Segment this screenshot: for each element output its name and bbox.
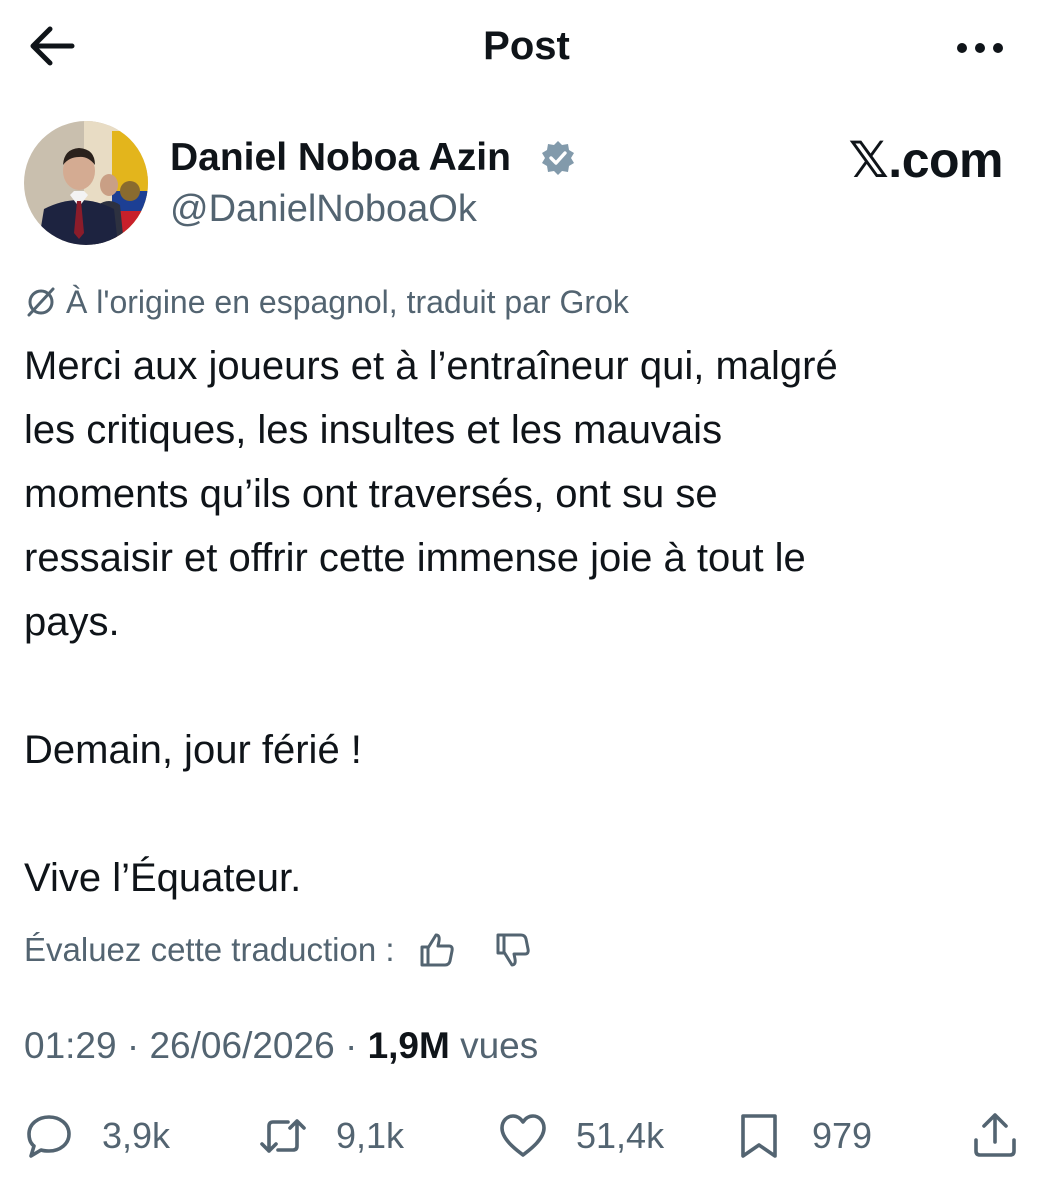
bookmark-icon [741,1114,777,1158]
like-button[interactable]: 51,4k [498,1110,664,1162]
avatar[interactable] [24,121,148,245]
author-name[interactable]: Daniel Noboa Azin [170,135,511,181]
grok-slash-icon [27,287,55,317]
thumbs-up-icon[interactable] [417,930,457,970]
repost-button[interactable]: 9,1k [258,1110,404,1162]
repost-count: 9,1k [336,1115,405,1156]
post-time: 01:29 [24,1025,117,1066]
thumbs-down-icon[interactable] [493,930,533,970]
heart-icon [500,1114,546,1157]
verified-badge-icon [542,141,574,175]
meta-separator: · [344,1025,358,1066]
post-text: Merci aux joueurs et à l’entraîneur qui,… [24,344,838,900]
post-meta: 01:29 · 26/06/2026 · 1,9M vues [24,1022,538,1070]
bookmark-count: 979 [812,1115,873,1156]
views-count: 1,9M [367,1025,450,1066]
reply-button[interactable]: 3,9k [24,1110,170,1162]
more-options-icon[interactable] [950,28,1010,68]
like-count: 51,4k [576,1115,665,1156]
author-handle[interactable]: @DanielNoboaOk [170,186,477,232]
bookmark-button[interactable]: 979 [734,1110,872,1162]
translation-note[interactable]: À l'origine en espagnol, traduit par Gro… [24,280,629,324]
rate-translation: Évaluez cette traduction : [24,926,533,974]
translation-note-text: À l'origine en espagnol, traduit par Gro… [66,284,629,320]
page-title: Post [483,24,570,68]
rate-translation-label: Évaluez cette traduction : [24,931,395,968]
site-watermark: 𝕏.com [848,132,1004,188]
share-button[interactable] [970,1110,1020,1160]
post-date: 26/06/2026 [149,1025,335,1066]
reply-icon [27,1115,71,1158]
views-label: vues [460,1025,539,1066]
share-icon [974,1113,1016,1157]
reply-count: 3,9k [102,1115,171,1156]
meta-separator: · [126,1025,140,1066]
repost-icon [260,1119,306,1153]
